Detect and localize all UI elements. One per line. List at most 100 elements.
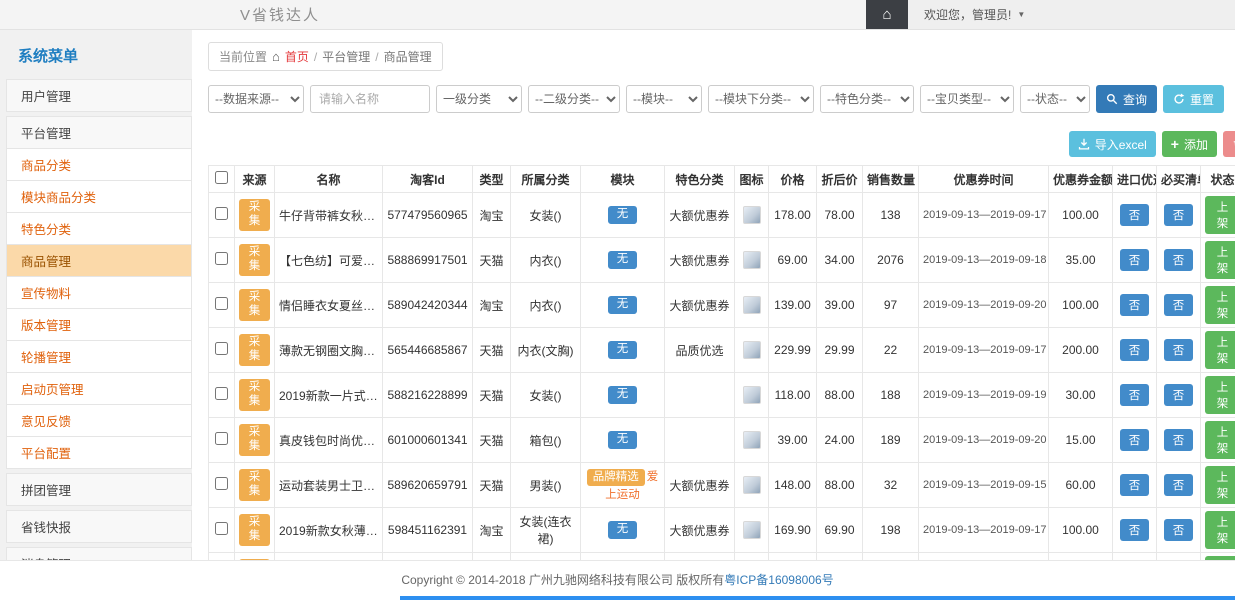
row-checkbox[interactable] — [215, 387, 228, 400]
row-checkbox[interactable] — [215, 432, 228, 445]
sidebar-item[interactable]: 拼团管理 — [6, 473, 192, 506]
sales-count: 2076 — [863, 238, 919, 283]
filter-select[interactable]: --数据来源-- — [208, 85, 304, 113]
taoke-id: 588216228899 — [383, 373, 473, 418]
status-toggle[interactable]: 上架 — [1205, 286, 1235, 324]
row-checkbox[interactable] — [215, 477, 228, 490]
coupon-amount: 60.00 — [1049, 463, 1113, 508]
search-button[interactable]: 查询 — [1096, 85, 1157, 113]
taoke-id: 588869917501 — [383, 238, 473, 283]
breadcrumb-separator: / — [314, 50, 317, 64]
coupon-amount: 200.00 — [1049, 328, 1113, 373]
source-badge: 采集 — [239, 244, 270, 276]
source-cell: 采集 — [235, 238, 275, 283]
row-checkbox[interactable] — [215, 522, 228, 535]
must-buy-toggle[interactable]: 否 — [1164, 249, 1194, 271]
table-row: 采集薄款无钢圈文胸聚拢性...565446685867天猫内衣(文胸)无品质优选… — [209, 328, 1235, 373]
price: 229.99 — [769, 328, 817, 373]
status-toggle[interactable]: 上架 — [1205, 376, 1235, 414]
breadcrumb-home-link[interactable]: 首页 — [285, 48, 309, 65]
sidebar-item[interactable]: 商品分类 — [6, 149, 192, 181]
sidebar-item[interactable]: 宣传物料 — [6, 277, 192, 309]
home-button[interactable]: ⌂ — [866, 0, 908, 29]
filter-select[interactable]: --二级分类-- — [528, 85, 620, 113]
sidebar-item[interactable]: 平台管理 — [6, 116, 192, 149]
status-toggle[interactable]: 上架 — [1205, 196, 1235, 234]
price: 178.00 — [769, 193, 817, 238]
sidebar-item[interactable]: 启动页管理 — [6, 373, 192, 405]
row-checkbox[interactable] — [215, 207, 228, 220]
price: 139.00 — [769, 283, 817, 328]
breadcrumb-location-label: 当前位置 — [219, 48, 267, 65]
must-buy-toggle[interactable]: 否 — [1164, 519, 1194, 541]
product-name: 2019新款女秋薄款... — [275, 508, 383, 553]
sidebar-item[interactable]: 用户管理 — [6, 79, 192, 112]
sidebar-item[interactable]: 意见反馈 — [6, 405, 192, 437]
icp-link[interactable]: 粤ICP备16098006号 — [724, 573, 833, 587]
status-toggle[interactable]: 上架 — [1205, 331, 1235, 369]
row-checkbox[interactable] — [215, 252, 228, 265]
table-row: 采集情侣睡衣女夏丝绸男士...589042420344淘宝内衣()无大额优惠券1… — [209, 283, 1235, 328]
icon-cell — [735, 418, 769, 463]
source-cell: 采集 — [235, 463, 275, 508]
filter-select[interactable]: --宝贝类型-- — [920, 85, 1014, 113]
breadcrumb: 当前位置 ⌂ 首页 / 平台管理 / 商品管理 — [208, 42, 443, 71]
bottom-strip — [400, 596, 1235, 600]
price: 169.90 — [769, 508, 817, 553]
sales-count: 22 — [863, 328, 919, 373]
import-excel-button[interactable]: 导入excel — [1069, 131, 1156, 157]
sidebar-item[interactable]: 版本管理 — [6, 309, 192, 341]
import-select-toggle[interactable]: 否 — [1120, 519, 1150, 541]
filter-select[interactable]: --模块下分类-- — [708, 85, 814, 113]
import-select-toggle[interactable]: 否 — [1120, 474, 1150, 496]
must-buy-toggle[interactable]: 否 — [1164, 294, 1194, 316]
row-checkbox[interactable] — [215, 297, 228, 310]
source-cell: 采集 — [235, 328, 275, 373]
sidebar-item[interactable]: 省钱快报 — [6, 510, 192, 543]
import-select-toggle[interactable]: 否 — [1120, 339, 1150, 361]
select-all-checkbox[interactable] — [215, 171, 228, 184]
reset-button[interactable]: 重置 — [1163, 85, 1224, 113]
filter-select[interactable]: 一级分类 — [436, 85, 522, 113]
coupon-amount: 30.00 — [1049, 373, 1113, 418]
filter-select[interactable]: --模块-- — [626, 85, 702, 113]
status-toggle[interactable]: 上架 — [1205, 511, 1235, 549]
discount-price: 29.99 — [817, 328, 863, 373]
must-buy-toggle[interactable]: 否 — [1164, 204, 1194, 226]
must-buy-toggle[interactable]: 否 — [1164, 339, 1194, 361]
import-select-toggle[interactable]: 否 — [1120, 294, 1150, 316]
status-toggle[interactable]: 上架 — [1205, 241, 1235, 279]
must-buy-cell: 否 — [1157, 193, 1201, 238]
batch-delete-button[interactable]: 批量删除 — [1223, 131, 1235, 157]
import-select-toggle[interactable]: 否 — [1120, 204, 1150, 226]
product-image — [743, 296, 761, 314]
copyright-text: Copyright © 2014-2018 广州九驰网络科技有限公司 版权所有 — [401, 573, 724, 587]
platform-type: 天猫 — [473, 238, 511, 283]
sidebar-item[interactable]: 商品管理 — [6, 245, 192, 277]
must-buy-toggle[interactable]: 否 — [1164, 429, 1194, 451]
must-buy-toggle[interactable]: 否 — [1164, 384, 1194, 406]
sidebar-item[interactable]: 特色分类 — [6, 213, 192, 245]
user-menu[interactable]: 欢迎您，管理员! ▼ — [908, 0, 1235, 29]
discount-price: 78.00 — [817, 193, 863, 238]
sales-count: 189 — [863, 418, 919, 463]
add-button[interactable]: + 添加 — [1162, 131, 1217, 157]
name-search-input[interactable] — [310, 85, 430, 113]
import-select-toggle[interactable]: 否 — [1120, 384, 1150, 406]
top-header: V省钱达人 ⌂ 欢迎您，管理员! ▼ — [0, 0, 1235, 30]
sidebar: 系统菜单 用户管理平台管理商品分类模块商品分类特色分类商品管理宣传物料版本管理轮… — [6, 30, 192, 600]
sidebar-item[interactable]: 轮播管理 — [6, 341, 192, 373]
import-select-toggle[interactable]: 否 — [1120, 249, 1150, 271]
status-toggle[interactable]: 上架 — [1205, 466, 1235, 504]
platform-type: 淘宝 — [473, 193, 511, 238]
import-select-cell: 否 — [1113, 373, 1157, 418]
must-buy-toggle[interactable]: 否 — [1164, 474, 1194, 496]
sidebar-item[interactable]: 平台配置 — [6, 437, 192, 469]
filter-select[interactable]: --状态-- — [1020, 85, 1090, 113]
status-toggle[interactable]: 上架 — [1205, 421, 1235, 459]
row-checkbox[interactable] — [215, 342, 228, 355]
filter-select[interactable]: --特色分类-- — [820, 85, 914, 113]
sidebar-item[interactable]: 模块商品分类 — [6, 181, 192, 213]
import-select-toggle[interactable]: 否 — [1120, 429, 1150, 451]
price: 39.00 — [769, 418, 817, 463]
